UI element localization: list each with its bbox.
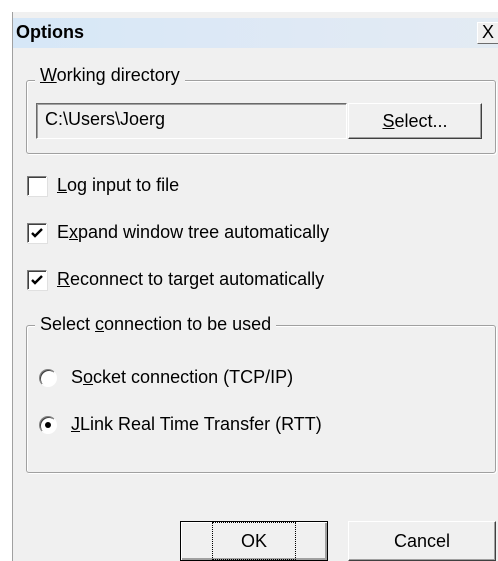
working-directory-path-value: C:\Users\Joerg [45, 109, 166, 129]
connection-label-mnemonic: c [95, 314, 105, 334]
rtt-label-post: Link Real Time Transfer (RTT) [80, 414, 322, 434]
working-directory-label-text: orking directory [56, 65, 180, 85]
connection-group [26, 325, 496, 473]
connection-group-label: Select connection to be used [35, 314, 277, 335]
rtt-mnemonic: J [71, 414, 80, 434]
select-button-mnemonic: S [382, 111, 395, 131]
title-bar: Options X [13, 18, 498, 48]
cancel-button-label: Cancel [393, 531, 451, 551]
socket-label-post: cket connection (TCP/IP) [93, 367, 294, 387]
socket-label-pre: S [71, 367, 84, 387]
select-directory-button[interactable]: Select... [348, 103, 482, 139]
expand-tree-label-post: pand window tree automatically [78, 222, 330, 242]
radio-dot-icon [45, 422, 51, 428]
working-directory-label: Working directory [35, 65, 185, 86]
reconnect-checkbox[interactable] [27, 270, 47, 290]
log-input-label[interactable]: Log input to file [57, 175, 179, 196]
dialog-title: Options [16, 22, 84, 42]
connection-label-post: onnection to be used [104, 314, 272, 334]
ok-button[interactable]: OK [180, 521, 328, 561]
reconnect-mnemonic: R [57, 269, 70, 289]
connection-label-pre: Select [40, 314, 96, 334]
log-input-checkbox[interactable] [27, 176, 47, 196]
reconnect-label-post: econnect to target automatically [70, 269, 325, 289]
socket-mnemonic: o [83, 367, 94, 387]
log-input-mnemonic: L [57, 175, 68, 195]
log-input-label-post: og input to file [67, 175, 180, 195]
socket-connection-radio[interactable] [39, 369, 57, 387]
expand-tree-label-pre: E [57, 222, 70, 242]
rtt-connection-label[interactable]: JLink Real Time Transfer (RTT) [71, 414, 322, 435]
close-icon: X [481, 22, 494, 42]
expand-tree-checkbox[interactable] [27, 223, 47, 243]
expand-tree-mnemonic: x [69, 222, 79, 242]
select-button-label: elect... [394, 111, 448, 131]
socket-connection-label[interactable]: Socket connection (TCP/IP) [71, 367, 293, 388]
checkmark-icon [31, 228, 43, 238]
expand-tree-label[interactable]: Expand window tree automatically [57, 222, 329, 243]
working-directory-path-field[interactable]: C:\Users\Joerg [36, 103, 347, 139]
rtt-connection-radio[interactable] [39, 416, 57, 434]
checkmark-icon [31, 275, 43, 285]
close-button[interactable]: X [477, 22, 498, 44]
working-directory-mnemonic: W [40, 65, 57, 85]
ok-button-label: OK [211, 522, 296, 560]
reconnect-label[interactable]: Reconnect to target automatically [57, 269, 324, 290]
options-dialog: Options X Working directory C:\Users\Joe… [12, 12, 498, 561]
cancel-button[interactable]: Cancel [348, 521, 496, 561]
